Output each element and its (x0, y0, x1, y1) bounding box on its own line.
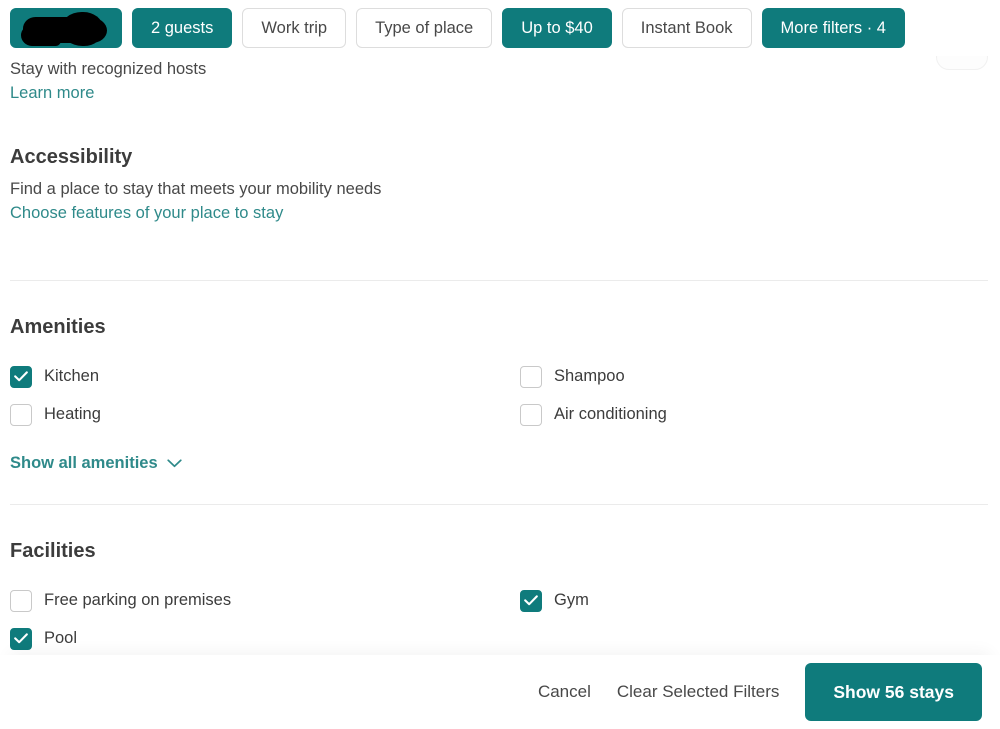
accessibility-section: Accessibility Find a place to stay that … (10, 106, 990, 226)
check-icon (14, 633, 28, 644)
show-all-amenities-link[interactable]: Show all amenities (10, 454, 182, 473)
amenities-section: Amenities Kitchen Shampoo Heating Air co… (10, 281, 990, 473)
recognized-hosts-learn-more-link[interactable]: Learn more (10, 82, 94, 106)
facility-free-parking[interactable]: Free parking on premises (10, 589, 520, 612)
amenity-air-conditioning-label: Air conditioning (554, 405, 667, 424)
amenity-kitchen[interactable]: Kitchen (10, 365, 520, 388)
filter-pill-price[interactable]: Up to $40 (502, 8, 612, 48)
filter-pill-instant-book-label: Instant Book (640, 18, 733, 37)
accessibility-title: Accessibility (10, 145, 133, 168)
amenity-shampoo-label: Shampoo (554, 367, 625, 386)
show-all-amenities-label: Show all amenities (10, 453, 158, 472)
filter-bar: 2 guests Work trip Type of place Up to $… (0, 0, 1000, 56)
filter-pill-work-trip[interactable]: Work trip (242, 8, 347, 48)
filter-pill-type-of-place-label: Type of place (375, 18, 474, 37)
amenity-air-conditioning[interactable]: Air conditioning (520, 403, 990, 426)
clear-selected-filters-button[interactable]: Clear Selected Filters (617, 682, 780, 702)
facility-gym[interactable]: Gym (520, 589, 990, 612)
amenity-shampoo[interactable]: Shampoo (520, 365, 990, 388)
show-results-button[interactable]: Show 56 stays (805, 663, 982, 721)
checkbox-heating[interactable] (10, 403, 32, 426)
filter-pill-more-filters-label: More filters · 4 (780, 18, 886, 37)
filters-content: Stay with recognized hosts Learn more Ac… (0, 56, 1000, 650)
facility-pool[interactable]: Pool (10, 627, 520, 650)
checkbox-air-conditioning[interactable] (520, 403, 542, 426)
check-icon (524, 595, 538, 606)
checkbox-shampoo[interactable] (520, 365, 542, 388)
accessibility-subtitle: Find a place to stay that meets your mob… (10, 179, 382, 198)
chevron-down-icon (166, 459, 182, 467)
filter-pill-instant-book[interactable]: Instant Book (621, 8, 752, 48)
amenity-kitchen-label: Kitchen (44, 367, 100, 386)
facilities-checkbox-grid: Free parking on premises Gym Pool (10, 589, 990, 650)
facility-pool-label: Pool (44, 629, 78, 648)
checkbox-gym[interactable] (520, 589, 542, 612)
checkbox-pool[interactable] (10, 627, 32, 650)
checkbox-free-parking[interactable] (10, 589, 32, 612)
filter-pill-price-label: Up to $40 (521, 18, 593, 37)
facility-gym-label: Gym (554, 591, 589, 610)
amenities-title: Amenities (10, 315, 106, 338)
recognized-hosts-block: Stay with recognized hosts Learn more (10, 56, 990, 106)
recognized-hosts-text: Stay with recognized hosts (10, 60, 207, 78)
checkbox-kitchen[interactable] (10, 365, 32, 388)
accessibility-choose-features-link[interactable]: Choose features of your place to stay (10, 202, 283, 226)
cancel-button[interactable]: Cancel (538, 682, 591, 702)
filter-pill-type-of-place[interactable]: Type of place (356, 8, 493, 48)
check-icon (14, 371, 28, 382)
facilities-title: Facilities (10, 539, 96, 562)
filter-pill-guests[interactable]: 2 guests (132, 8, 233, 48)
filter-pill-work-trip-label: Work trip (261, 18, 328, 37)
filters-footer: Cancel Clear Selected Filters Show 56 st… (0, 655, 1000, 729)
amenity-heating[interactable]: Heating (10, 403, 520, 426)
facility-free-parking-label: Free parking on premises (44, 591, 232, 610)
amenities-checkbox-grid: Kitchen Shampoo Heating Air conditioning (10, 365, 990, 426)
filter-pill-redacted[interactable] (10, 8, 122, 48)
filter-pill-more-filters[interactable]: More filters · 4 (761, 8, 905, 48)
amenity-heating-label: Heating (44, 405, 101, 424)
filter-pill-guests-label: 2 guests (151, 18, 214, 37)
facilities-section: Facilities Free parking on premises Gym (10, 505, 990, 650)
redaction-blob (21, 12, 107, 46)
filters-page: 2 guests Work trip Type of place Up to $… (0, 0, 1000, 729)
